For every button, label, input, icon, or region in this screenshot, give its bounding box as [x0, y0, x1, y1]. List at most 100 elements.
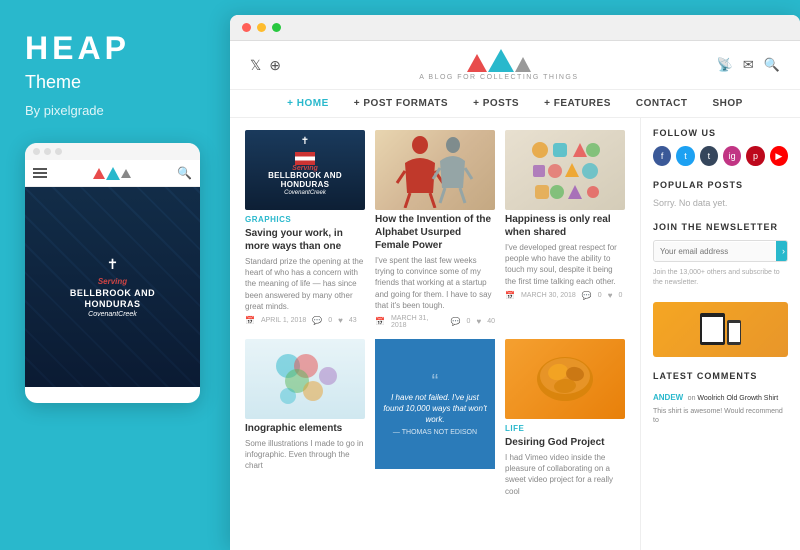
hero-cross-icon: ✝	[107, 256, 119, 273]
post2-inner	[375, 130, 495, 210]
post-image-5[interactable]: “ I have not failed. I've just found 10,…	[375, 339, 495, 469]
mobile-search-icon[interactable]: 🔍	[177, 166, 192, 180]
newsletter-title: JOIN THE NEWSLETTER	[653, 222, 788, 232]
post3-inner	[505, 130, 625, 210]
comment-on-post-1[interactable]: Woolrich Old Growth Shirt	[697, 395, 778, 402]
comment-on-label-1: on	[688, 395, 698, 402]
browser-maximize-dot[interactable]	[272, 23, 281, 32]
hero-bellbrook-text: BELLBROOK ANDHONDURAS	[70, 288, 155, 310]
post1-bellbrook: BELLBROOK ANDHONDURAS	[268, 172, 342, 190]
post-image-4[interactable]	[245, 339, 365, 419]
post-card-4: Inographic elements Some illustrations I…	[245, 339, 365, 497]
tablet-device	[700, 313, 725, 345]
post3-likes: 0	[618, 292, 622, 299]
post-image-2[interactable]	[375, 130, 495, 210]
pinterest-icon[interactable]: ⊕	[269, 57, 281, 74]
social-icons-row: f t t ig p ▶	[653, 146, 788, 166]
post2-heart-icon: ♥	[476, 317, 481, 326]
nav-shop[interactable]: SHOP	[713, 98, 743, 109]
mobile-logo	[93, 167, 131, 180]
blog-posts: ✝ Serving BELLBROOK ANDHONDURAS Covenant…	[230, 118, 640, 550]
quote-text: I have not failed. I've just found 10,00…	[383, 392, 487, 426]
quote-mark: “	[383, 372, 487, 392]
hero-covenant-text: CovenantCreek	[88, 311, 137, 318]
post-image-6[interactable]	[505, 339, 625, 419]
logo-triangle-red	[467, 54, 487, 72]
search-icon[interactable]: 🔍	[764, 57, 780, 73]
newsletter-description: Join the 13,000+ others and subscribe to…	[653, 268, 788, 288]
brand-subtitle: Theme	[25, 72, 205, 93]
youtube-follow-icon[interactable]: ▶	[770, 146, 788, 166]
browser-content: 𝕏 ⊕ A BLOG FOR COLLECTING THINGS 📡 ✉ 🔍 +…	[230, 41, 800, 550]
facebook-follow-icon[interactable]: f	[653, 146, 671, 166]
post3-comment-icon: 💬	[582, 291, 592, 300]
post-image-3[interactable]	[505, 130, 625, 210]
quote-attribution: — THOMAS NOT EDISON	[383, 429, 487, 436]
newsletter-input[interactable]	[654, 242, 776, 261]
nav-features[interactable]: + FEATURES	[544, 98, 611, 109]
post1-meta: 📅 APRIL 1, 2018 💬 0 ♥ 43	[245, 316, 365, 325]
newsletter-form: ›	[653, 240, 788, 262]
post1-date: APRIL 1, 2018	[261, 317, 306, 324]
posts-grid-row2: Inographic elements Some illustrations I…	[245, 339, 625, 497]
post4-infographic	[268, 346, 343, 411]
post4-title[interactable]: Inographic elements	[245, 422, 365, 435]
phone-screen	[729, 323, 740, 342]
sidebar-newsletter: JOIN THE NEWSLETTER › Join the 13,000+ o…	[653, 222, 788, 288]
post6-title[interactable]: Desiring God Project	[505, 436, 625, 449]
tumblr-follow-icon[interactable]: t	[700, 146, 718, 166]
product-image[interactable]	[653, 302, 788, 357]
rss-icon[interactable]: 📡	[717, 57, 733, 73]
sidebar-follow-us: FOLLOW US f t t ig p ▶	[653, 128, 788, 166]
post2-calendar-icon: 📅	[375, 317, 385, 326]
post2-title[interactable]: How the Invention of the Alphabet Usurpe…	[375, 213, 495, 252]
nav-posts[interactable]: + POSTS	[473, 98, 519, 109]
comment-author-1[interactable]: ANDEW	[653, 393, 683, 402]
browser-close-dot[interactable]	[242, 23, 251, 32]
twitter-icon[interactable]: 𝕏	[250, 57, 261, 74]
post1-likes: 43	[349, 317, 357, 324]
posts-grid-row1: ✝ Serving BELLBROOK ANDHONDURAS Covenant…	[245, 130, 625, 329]
browser-minimize-dot[interactable]	[257, 23, 266, 32]
email-icon[interactable]: ✉	[743, 57, 754, 73]
instagram-follow-icon[interactable]: ig	[723, 146, 741, 166]
post1-excerpt: Standard prize the opening at the heart …	[245, 256, 365, 312]
post4-inner	[245, 339, 365, 419]
post1-calendar-icon: 📅	[245, 316, 255, 325]
mobile-dot-1	[33, 148, 40, 155]
post1-title[interactable]: Saving your work, in more ways than one	[245, 227, 365, 253]
post3-date: MARCH 30, 2018	[521, 292, 576, 299]
browser-window: 𝕏 ⊕ A BLOG FOR COLLECTING THINGS 📡 ✉ 🔍 +…	[230, 15, 800, 550]
post2-meta: 📅 MARCH 31, 2018 💬 0 ♥ 40	[375, 315, 495, 329]
post2-date: MARCH 31, 2018	[391, 315, 445, 329]
blog-header-right: 📡 ✉ 🔍	[717, 57, 780, 73]
left-panel: HEAP Theme By pixelgrade 🔍 ✝ Serving BEL…	[0, 0, 230, 550]
nav-post-formats[interactable]: + POST FORMATS	[354, 98, 448, 109]
blog-nav: + HOME + POST FORMATS + POSTS + FEATURES…	[230, 90, 800, 118]
newsletter-submit-button[interactable]: ›	[776, 241, 788, 261]
post-image-1[interactable]: ✝ Serving BELLBROOK ANDHONDURAS Covenant…	[245, 130, 365, 210]
post1-heart-icon: ♥	[338, 316, 343, 325]
mobile-nav: 🔍	[25, 160, 200, 187]
post3-excerpt: I've developed great respect for people …	[505, 242, 625, 287]
comment-text-1: This shirt is awesome! Would recommend t…	[653, 407, 788, 425]
nav-contact[interactable]: CONTACT	[636, 98, 688, 109]
post1-covenant: CovenantCreek	[284, 190, 326, 196]
post2-silhouette	[395, 133, 475, 208]
pinterest-follow-icon[interactable]: p	[746, 146, 764, 166]
brand-author: By pixelgrade	[25, 103, 205, 118]
post6-chips	[530, 344, 600, 414]
post-card-2: How the Invention of the Alphabet Usurpe…	[375, 130, 495, 329]
post3-title[interactable]: Happiness is only real when shared	[505, 213, 625, 239]
mobile-mockup: 🔍 ✝ Serving BELLBROOK ANDHONDURAS Covena…	[25, 143, 200, 403]
hero-serving-text: Serving	[98, 277, 127, 286]
twitter-follow-icon[interactable]: t	[676, 146, 694, 166]
post3-icons	[525, 135, 605, 210]
post2-comments: 0	[467, 318, 471, 325]
logo-triangle-blue	[488, 49, 514, 72]
hamburger-icon[interactable]	[33, 168, 47, 178]
post-card-1: ✝ Serving BELLBROOK ANDHONDURAS Covenant…	[245, 130, 365, 329]
nav-home[interactable]: + HOME	[287, 98, 329, 109]
logo-triangles	[467, 49, 531, 72]
post-card-3: Happiness is only real when shared I've …	[505, 130, 625, 329]
